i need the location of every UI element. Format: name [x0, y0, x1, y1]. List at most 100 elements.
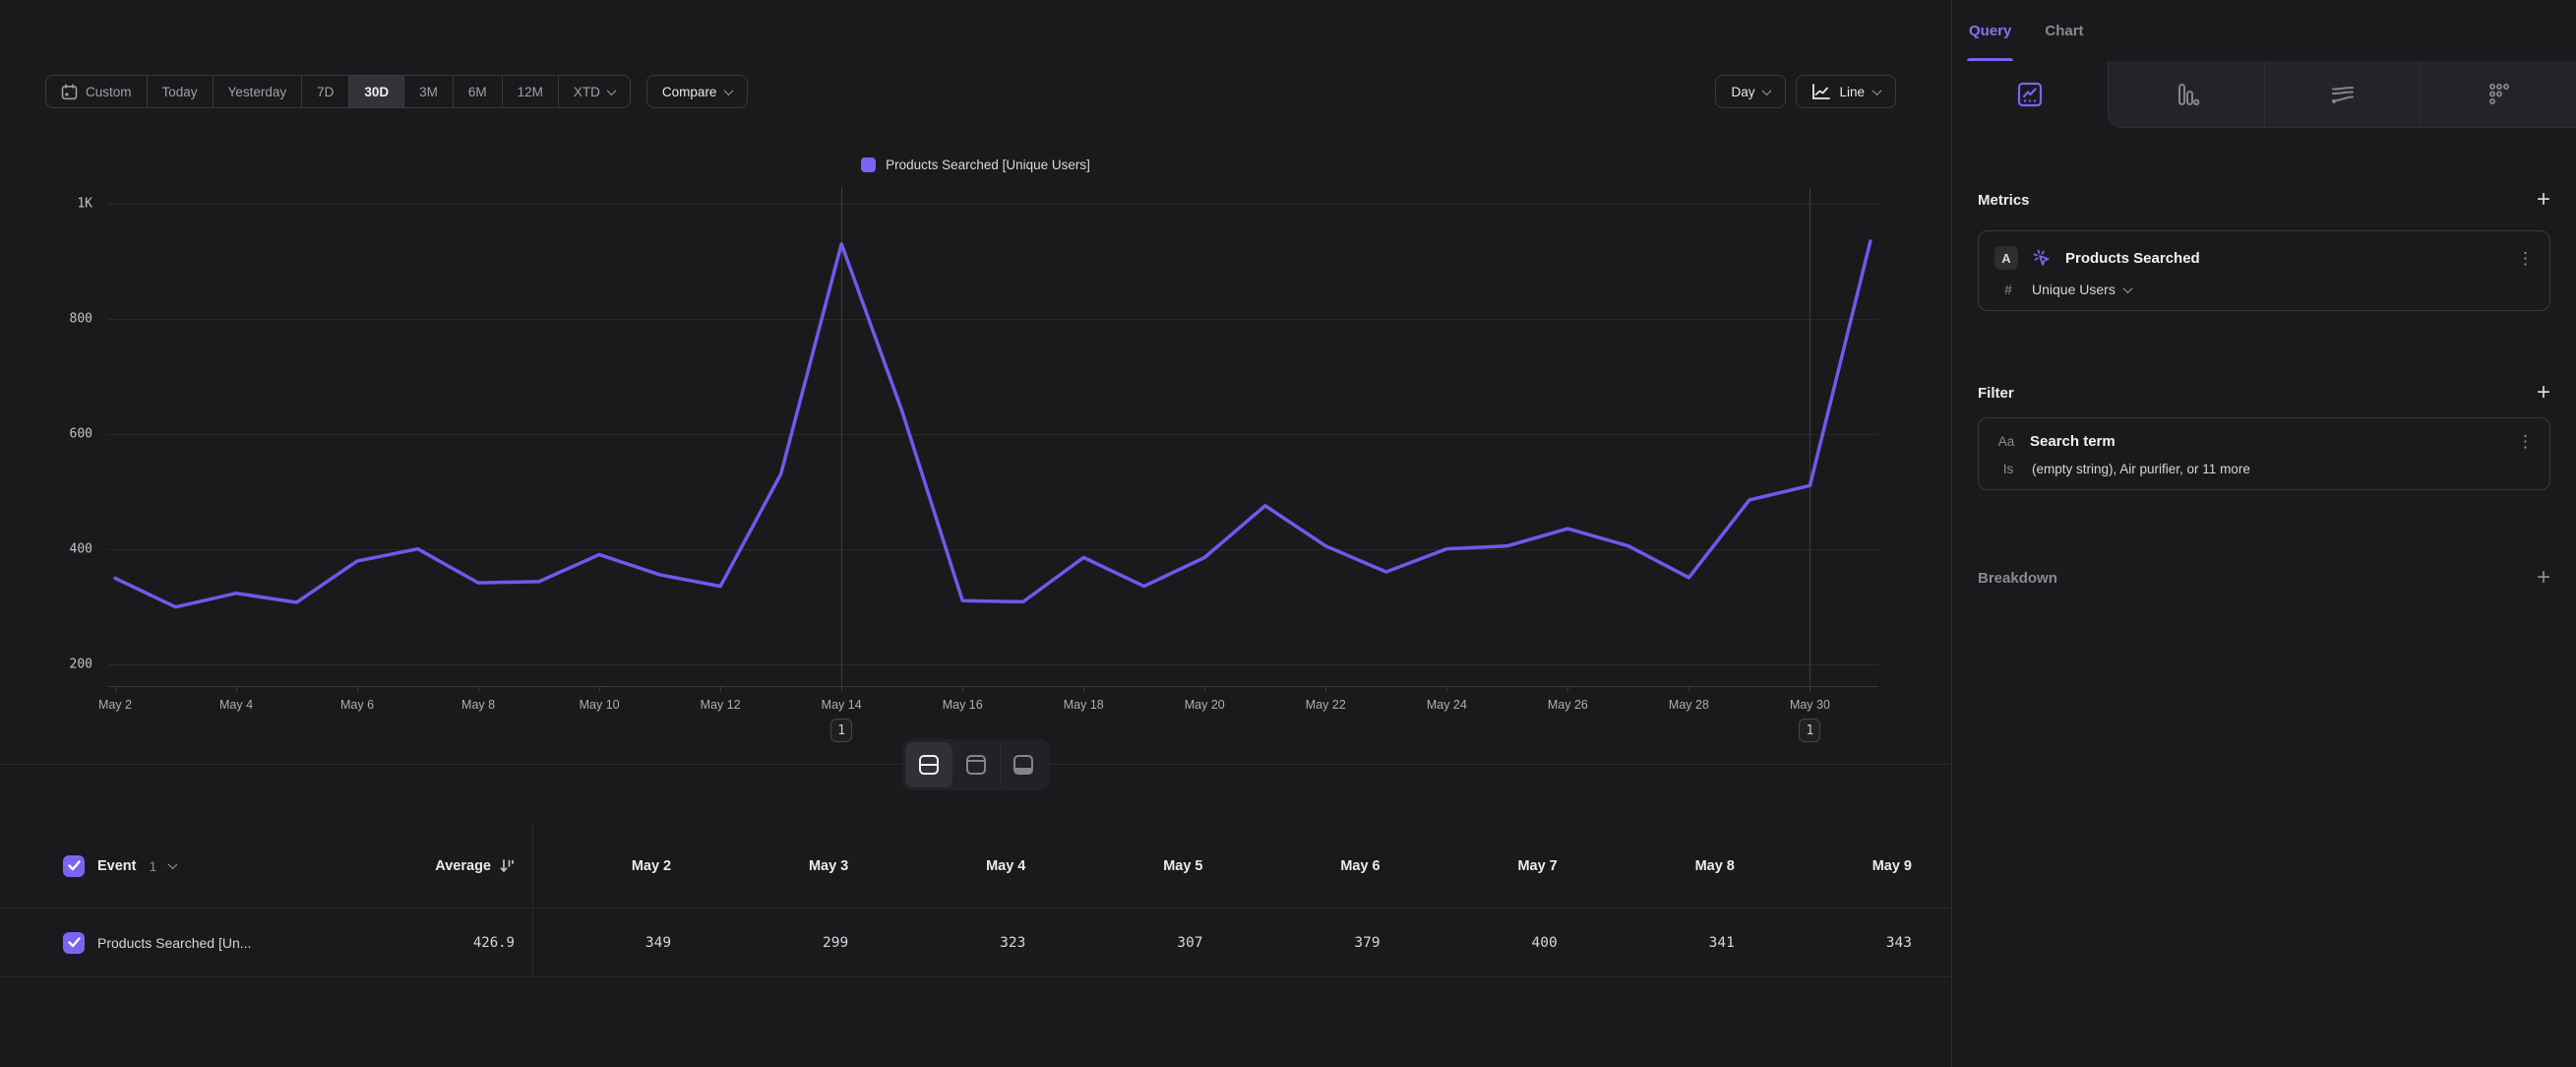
range-label: Custom [86, 85, 132, 99]
query-side-panel: Query Chart [1952, 0, 2576, 1067]
event-click-icon [2030, 246, 2054, 270]
metric-card[interactable]: A Products Searched ⋮ # Unique Users [1978, 230, 2550, 311]
x-axis-label: May 28 [1669, 698, 1709, 712]
table-data-row[interactable]: Products Searched [Un... 426.9 349299323… [0, 909, 1951, 977]
report-tab-funnels[interactable] [2109, 61, 2264, 127]
layout-top-bar-button[interactable] [952, 742, 1000, 787]
x-axis-tick [599, 687, 600, 692]
granularity-button[interactable]: Day [1715, 75, 1786, 108]
measure-selector[interactable]: Unique Users [2032, 282, 2131, 297]
date-column-header[interactable]: May 5 [1065, 858, 1242, 874]
report-tab-flows[interactable] [2264, 61, 2421, 127]
average-value: 426.9 [473, 935, 515, 951]
tab-chart[interactable]: Chart [2045, 0, 2083, 61]
tab-query[interactable]: Query [1969, 0, 2011, 61]
chart-line-svg [108, 187, 1878, 686]
range-xtd[interactable]: XTD [559, 76, 630, 107]
chart-type-label: Line [1839, 85, 1865, 99]
range-label: Today [162, 85, 198, 99]
event-row-cell: Products Searched [Un... [0, 932, 315, 954]
date-column-header[interactable]: May 7 [1420, 858, 1597, 874]
annotation-badge[interactable]: 1 [830, 719, 852, 742]
x-axis-tick [236, 687, 237, 692]
report-tab-retention[interactable] [2420, 61, 2576, 127]
chevron-down-icon [606, 86, 616, 95]
filter-title: Filter [1978, 385, 2014, 402]
line-chart-icon [1811, 84, 1830, 100]
layout-split-horizontal-button[interactable] [905, 742, 952, 787]
range-12m[interactable]: 12M [503, 76, 559, 107]
range-yesterday[interactable]: Yesterday [214, 76, 303, 107]
chevron-down-icon[interactable] [168, 859, 178, 869]
bar-chart-icon [2172, 80, 2201, 109]
row-checkbox[interactable] [63, 932, 85, 954]
range-30d[interactable]: 30D [349, 76, 404, 107]
x-axis-tick [1325, 687, 1326, 692]
chevron-down-icon [724, 86, 734, 95]
range-custom[interactable]: Custom [46, 76, 148, 107]
x-axis-tick [720, 687, 721, 692]
filter-kebab-menu[interactable]: ⋮ [2517, 433, 2534, 450]
range-label: 3M [419, 85, 438, 99]
x-axis-label: May 22 [1306, 698, 1346, 712]
select-all-checkbox[interactable] [63, 855, 85, 877]
y-axis-label: 200 [70, 657, 92, 671]
x-axis-tick [1688, 687, 1689, 692]
chevron-down-icon [1872, 86, 1882, 95]
range-7d[interactable]: 7D [302, 76, 349, 107]
layout-bottom-bar-button[interactable] [1000, 742, 1047, 787]
bottom-bar-icon [1012, 754, 1035, 776]
date-column-header[interactable]: May 8 [1597, 858, 1774, 874]
report-tab-insights[interactable] [1952, 61, 2108, 128]
x-axis-label: May 2 [98, 698, 132, 712]
x-axis-label: May 30 [1790, 698, 1830, 712]
line-chart[interactable]: 1K800600400200 [108, 187, 1878, 687]
annotation-badge[interactable]: 1 [1799, 719, 1820, 742]
metric-letter-badge: A [1994, 246, 2018, 270]
flow-waves-icon [2327, 80, 2359, 109]
breakdown-table: Event 1 Average May 2May 3May 4May 5May … [0, 824, 1951, 977]
add-metric-button[interactable]: + [2537, 191, 2550, 209]
filter-property-name: Search term [2030, 433, 2505, 450]
range-today[interactable]: Today [148, 76, 214, 107]
sort-descending-icon [499, 858, 515, 874]
insights-line-chart-icon [2015, 80, 2045, 109]
date-value-cell: 323 [888, 935, 1065, 951]
metric-kebab-menu[interactable]: ⋮ [2517, 250, 2534, 267]
x-axis-tick [1204, 687, 1205, 692]
metric-name: Products Searched [2065, 250, 2505, 267]
x-axis-tick [1809, 687, 1810, 692]
event-count: 1 [150, 858, 157, 874]
top-bar-icon [964, 754, 988, 776]
x-axis-tick [1567, 687, 1568, 692]
date-column-header[interactable]: May 9 [1774, 858, 1951, 874]
event-header-label: Event [97, 858, 137, 874]
date-column-header[interactable]: May 4 [888, 858, 1065, 874]
chevron-down-icon [1762, 86, 1772, 95]
section-divider [0, 764, 1951, 765]
chart-type-button[interactable]: Line [1796, 75, 1896, 108]
compare-button[interactable]: Compare [646, 75, 749, 108]
legend-swatch [861, 157, 876, 172]
range-3m[interactable]: 3M [404, 76, 454, 107]
legend-label: Products Searched [Unique Users] [886, 157, 1090, 172]
report-type-tabbar [1952, 61, 2576, 128]
date-column-header[interactable]: May 2 [533, 858, 710, 874]
date-value-cell: 299 [710, 935, 888, 951]
add-filter-button[interactable]: + [2537, 384, 2550, 402]
x-axis-label: May 20 [1185, 698, 1225, 712]
filter-value[interactable]: (empty string), Air purifier, or 11 more [2032, 462, 2250, 476]
filter-card[interactable]: Aa Search term ⋮ Is (empty string), Air … [1978, 417, 2550, 490]
average-header-cell[interactable]: Average [315, 858, 532, 874]
range-6m[interactable]: 6M [454, 76, 503, 107]
date-column-header[interactable]: May 3 [710, 858, 888, 874]
range-label: Yesterday [228, 85, 287, 99]
y-axis-label: 800 [70, 311, 92, 326]
granularity-label: Day [1731, 85, 1754, 99]
x-axis-label: May 14 [822, 698, 862, 712]
add-breakdown-button[interactable]: + [2537, 569, 2550, 587]
range-label: XTD [574, 85, 600, 99]
date-value-cell: 341 [1597, 935, 1774, 951]
date-column-header[interactable]: May 6 [1243, 858, 1420, 874]
y-axis-label: 1K [77, 196, 92, 211]
